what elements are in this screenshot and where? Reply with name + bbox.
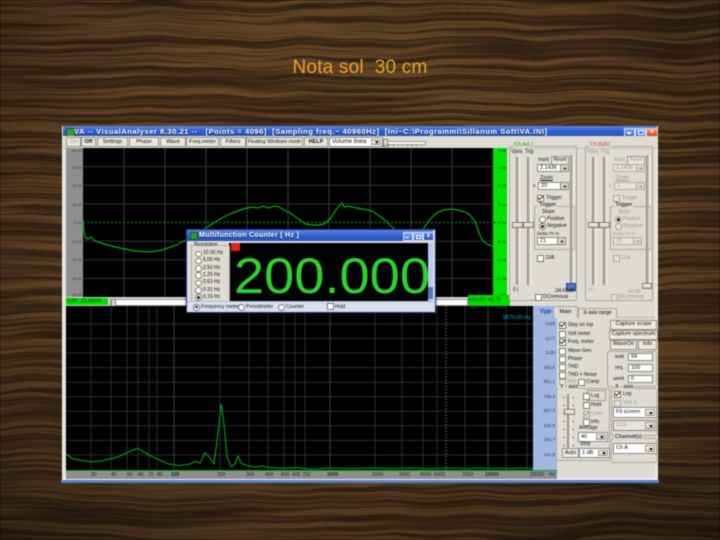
svg-text:5670.00 Hz: 5670.00 Hz <box>503 315 531 321</box>
svg-text:200.000: 200.000 <box>234 248 430 299</box>
